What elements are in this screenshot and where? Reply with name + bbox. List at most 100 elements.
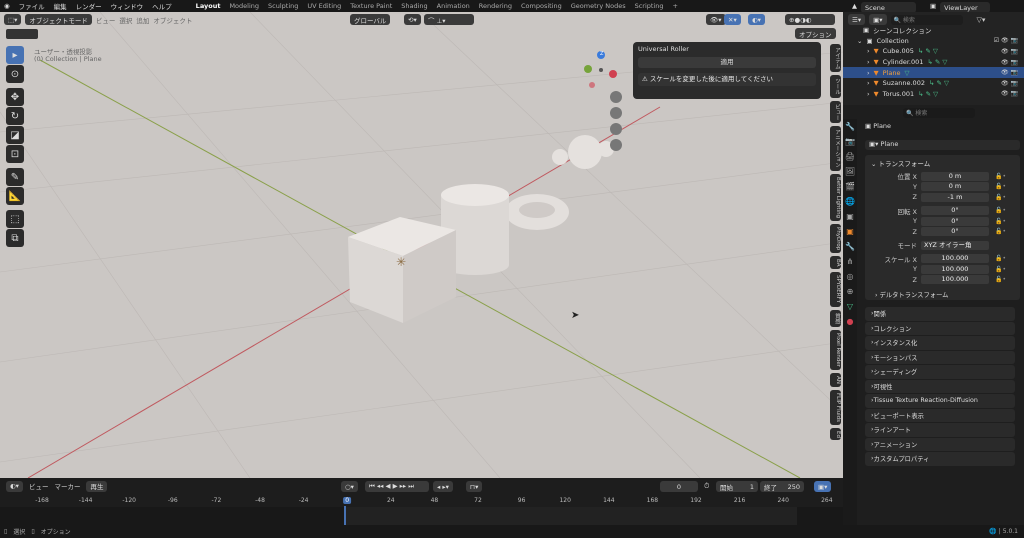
timeline-menu-playback[interactable]: 再生 xyxy=(86,480,108,492)
panel-visibility[interactable]: › 可視性 xyxy=(865,379,1015,393)
transform-header[interactable]: ⌄ トランスフォーム xyxy=(865,155,1020,171)
tab-uv-editing[interactable]: UV Editing xyxy=(307,2,341,10)
sidetab-item[interactable]: アイテム xyxy=(830,44,841,72)
sync-button[interactable]: ▣▾ xyxy=(814,481,832,492)
outliner-filter-type[interactable]: ▣▾ xyxy=(869,14,887,25)
sidetab-spyderfy[interactable]: SPYDERFY xyxy=(830,272,841,307)
transform-tool[interactable]: ⊡ xyxy=(6,145,24,163)
torus-object[interactable] xyxy=(505,194,569,230)
menu-edit[interactable]: 編集 xyxy=(54,1,67,11)
rotation-mode-select[interactable]: XYZ オイラー角 xyxy=(921,240,989,250)
measure-tool[interactable]: 📐 xyxy=(6,187,24,205)
scene-collection-row[interactable]: ▣ シーンコレクション xyxy=(843,25,1024,36)
gizmo-button[interactable]: ✕▾ xyxy=(724,14,741,25)
menu-view[interactable]: ビュー xyxy=(96,15,116,25)
lock-icon[interactable]: 🔓• xyxy=(995,173,1006,180)
select-mode-buttons[interactable] xyxy=(6,29,38,39)
rotation-z-field[interactable]: 0° xyxy=(921,227,989,237)
timeline-menu-view[interactable]: ビュー xyxy=(29,481,49,491)
lock-icon[interactable]: 🔓• xyxy=(995,276,1006,283)
current-frame-field[interactable]: 0 xyxy=(660,481,698,492)
lock-icon[interactable]: 🔓• xyxy=(995,266,1006,273)
tab-texture-paint[interactable]: Texture Paint xyxy=(350,2,392,10)
menu-select[interactable]: 選択 xyxy=(119,15,132,25)
menu-add[interactable]: 追加 xyxy=(136,15,149,25)
options-button[interactable]: オプション xyxy=(795,28,836,39)
tab-geometry-nodes[interactable]: Geometry Nodes xyxy=(571,2,626,10)
lock-icon[interactable]: 🔓• xyxy=(995,207,1006,214)
outliner-item[interactable]: › ▼ Cylinder.001 ↳ ✎ ▽ 👁 📷 xyxy=(843,57,1024,68)
add-cube-tool[interactable]: ⬚ xyxy=(6,210,24,228)
outliner-search-input[interactable]: 🔍 検索 xyxy=(890,14,963,25)
visibility-button[interactable]: 👁▾ xyxy=(706,14,726,25)
end-frame-field[interactable]: 終了 250 xyxy=(760,481,804,492)
apply-button[interactable]: 適用 xyxy=(638,57,816,68)
scale-z-field[interactable]: 100.000 xyxy=(921,275,989,285)
menu-object[interactable]: オブジェクト xyxy=(153,15,192,25)
sidetab-flip-fluids[interactable]: FLIP Fluids xyxy=(830,389,841,425)
tab-rendering[interactable]: Rendering xyxy=(479,2,512,10)
rotation-x-field[interactable]: 0° xyxy=(921,206,989,216)
menu-render[interactable]: レンダー xyxy=(76,1,102,11)
annotate-tool[interactable]: ✎ xyxy=(6,168,24,186)
viewport-nav-buttons[interactable] xyxy=(610,91,622,151)
sidetab-an[interactable]: AN xyxy=(830,372,841,387)
scale-x-field[interactable]: 100.000 xyxy=(921,254,989,264)
sidetab-pixel-render[interactable]: Pixel Render xyxy=(830,329,841,370)
suzanne-object[interactable] xyxy=(552,135,614,169)
sidetab-tool[interactable]: ツール xyxy=(830,75,841,98)
eye-icon[interactable]: 👁 📷 xyxy=(1001,69,1024,76)
eye-icon[interactable]: 👁 📷 xyxy=(1001,48,1024,55)
sidetab-view[interactable]: ビュー xyxy=(830,100,841,123)
playhead[interactable] xyxy=(344,506,346,525)
panel-collections[interactable]: › コレクション xyxy=(865,321,1015,335)
lock-icon[interactable]: 🔓• xyxy=(995,255,1006,262)
pivot-button[interactable]: ⟲▾ xyxy=(404,14,421,25)
properties-search-input[interactable]: 🔍 検索 xyxy=(903,108,975,118)
roller-title[interactable]: Universal Roller xyxy=(638,45,816,53)
panel-line-art[interactable]: › ラインアート xyxy=(865,423,1015,437)
cube-object[interactable] xyxy=(348,217,456,323)
scale-tool[interactable]: ◪ xyxy=(6,126,24,144)
outliner-item[interactable]: › ▼ Cube.005 ↳ ✎ ▽ 👁 📷 xyxy=(843,46,1024,57)
rotate-tool[interactable]: ↻ xyxy=(6,107,24,125)
overlay-button[interactable]: ◐▾ xyxy=(748,14,765,25)
keying-button[interactable]: ○▾ xyxy=(341,481,358,492)
visibility-icons[interactable]: ☑ 👁 📷 xyxy=(994,37,1024,44)
tab-animation[interactable]: Animation xyxy=(437,2,470,10)
eye-icon[interactable]: 👁 📷 xyxy=(1001,90,1024,97)
shading-buttons[interactable]: ⊕●◑◐ xyxy=(785,14,835,25)
tab-modeling[interactable]: Modeling xyxy=(229,2,259,10)
delta-transform-subpanel[interactable]: › デルタトランスフォーム xyxy=(865,285,1020,304)
sidetab-ba[interactable]: BA xyxy=(830,255,841,270)
eye-icon[interactable]: 👁 📷 xyxy=(1001,80,1024,87)
lock-icon[interactable]: 🔓• xyxy=(995,218,1006,225)
extrude-tool[interactable]: ⧉ xyxy=(6,229,24,247)
move-tool[interactable]: ✥ xyxy=(6,88,24,106)
panel-custom-properties[interactable]: › カスタムプロパティ xyxy=(865,452,1015,466)
panel-animation[interactable]: › アニメーション xyxy=(865,437,1015,451)
timeline[interactable]: ◐▾ ビュー マーカー 再生 ○▾ ⏮ ◂◂ ◀ ▶ ▸▸ ⏭ ◂ ▸▾ ⊓▾ … xyxy=(0,478,843,525)
sidetab-ed[interactable]: Ed xyxy=(830,427,841,441)
keyframe-nav[interactable]: ◂ ▸▾ xyxy=(433,481,453,492)
tab-compositing[interactable]: Compositing xyxy=(521,2,562,10)
menu-window[interactable]: ウィンドウ xyxy=(111,1,144,11)
sidetab-phydrop[interactable]: PhyDrop xyxy=(830,223,841,253)
location-x-field[interactable]: 0 m xyxy=(921,171,989,181)
tab-sculpting[interactable]: Sculpting xyxy=(268,2,298,10)
outliner-item[interactable]: › ▼ Suzanne.002 ↳ ✎ ▽ 👁 📷 xyxy=(843,78,1024,89)
sidetab-better-lighting[interactable]: Better Lighting xyxy=(830,173,841,221)
lock-icon[interactable]: 🔓• xyxy=(995,183,1006,190)
start-frame-field[interactable]: 開始 1 xyxy=(716,481,758,492)
sidetab-material[interactable]: 質感 xyxy=(830,309,841,327)
filter-icon[interactable]: ▽▾ xyxy=(977,16,986,24)
timeline-menu-marker[interactable]: マーカー xyxy=(54,481,80,491)
sidetab-animation[interactable]: アニメーション xyxy=(830,126,841,171)
blender-logo-icon[interactable]: ◉ xyxy=(4,2,10,10)
mode-selector[interactable]: オブジェクトモード xyxy=(25,14,92,25)
lock-icon[interactable]: 🔓• xyxy=(995,194,1006,201)
snap-button[interactable]: ⌒ ⊥▾ xyxy=(424,14,474,25)
eye-icon[interactable]: 👁 📷 xyxy=(1001,59,1024,66)
panel-motion-paths[interactable]: › モーションパス xyxy=(865,350,1015,364)
outliner-item[interactable]: › ▼ Torus.001 ↳ ✎ ▽ 👁 📷 xyxy=(843,89,1024,100)
